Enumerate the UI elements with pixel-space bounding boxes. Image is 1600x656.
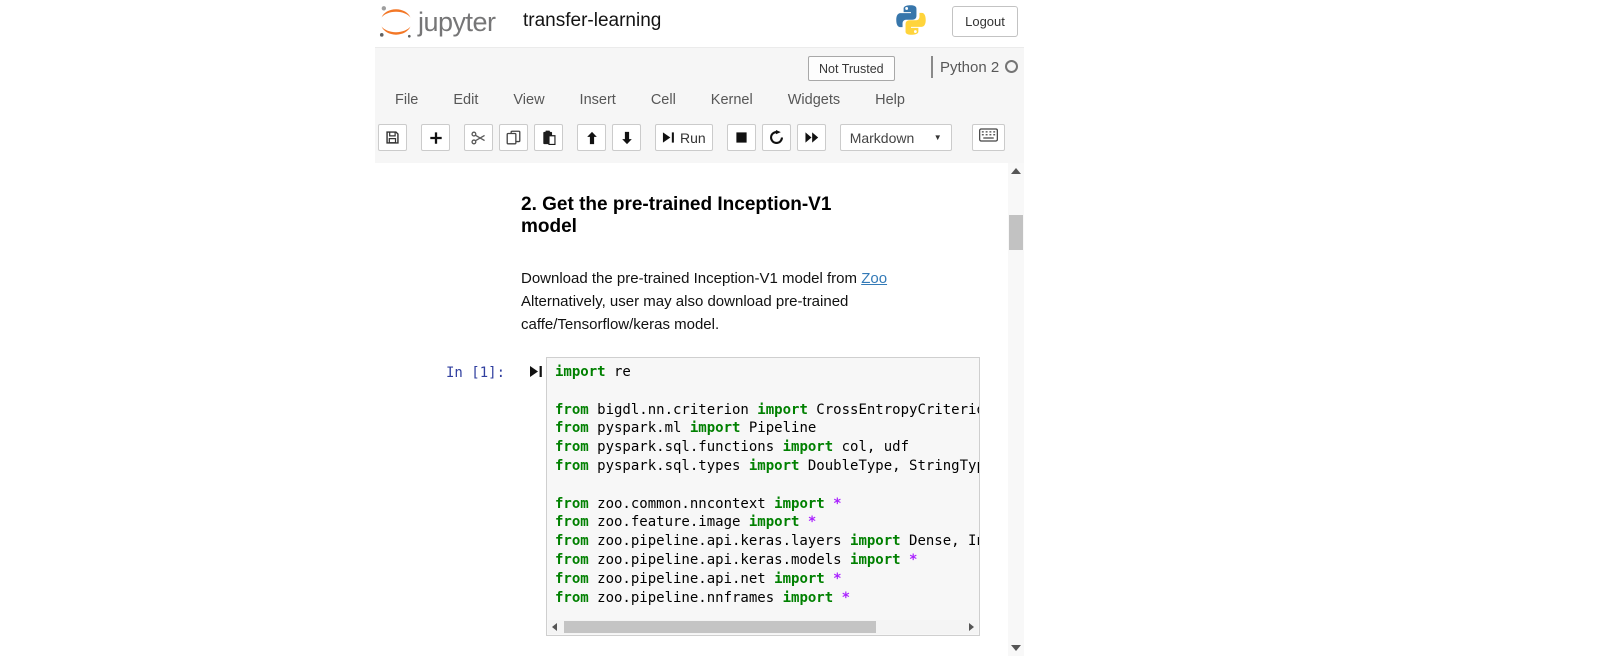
menu-item-edit[interactable]: Edit <box>451 90 480 110</box>
code-line: from zoo.pipeline.api.net import * <box>555 571 979 590</box>
menu-item-cell[interactable]: Cell <box>649 90 678 110</box>
paste-icon <box>542 130 556 145</box>
markdown-paragraph-line: Download the pre-trained Inception-V1 mo… <box>521 267 941 290</box>
paragraph-text: Download the pre-trained Inception-V1 mo… <box>521 270 861 287</box>
kernel-idle-circle-icon <box>1005 60 1018 73</box>
stop-icon <box>735 131 748 144</box>
code-line: from zoo.feature.image import * <box>555 514 979 533</box>
add-cell-icon <box>429 131 443 145</box>
horizontal-scrollbar[interactable] <box>548 620 978 634</box>
code-line: from pyspark.sql.functions import col, u… <box>555 439 979 458</box>
code-line: from pyspark.sql.types import DoubleType… <box>555 458 979 477</box>
run-cell-button[interactable]: Run <box>655 124 713 151</box>
restart-kernel-button[interactable] <box>762 124 791 151</box>
move-cell-down-button[interactable] <box>612 124 641 151</box>
run-icon <box>662 131 675 144</box>
keyboard-icon <box>979 128 998 147</box>
code-line: from zoo.pipeline.api.keras.layers impor… <box>555 533 979 552</box>
save-button[interactable] <box>378 124 407 151</box>
horizontal-scrollbar-thumb[interactable] <box>564 621 876 633</box>
menu-item-widgets[interactable]: Widgets <box>786 90 842 110</box>
menu-item-insert[interactable]: Insert <box>578 90 618 110</box>
jupyter-logo[interactable]: jupyter <box>377 3 496 46</box>
paragraph-text: caffe/Tensorflow/keras model. <box>521 316 719 333</box>
arrow-down-icon <box>620 131 634 145</box>
menu-item-help[interactable]: Help <box>873 90 907 110</box>
copy-cell-button[interactable] <box>499 124 528 151</box>
vertical-scrollbar-thumb[interactable] <box>1009 215 1023 250</box>
markdown-paragraph-line: Alternatively, user may also download pr… <box>521 290 941 313</box>
vertical-scrollbar[interactable] <box>1008 163 1024 656</box>
cut-icon <box>471 131 486 145</box>
move-cell-up-button[interactable] <box>577 124 606 151</box>
code-line: from pyspark.ml import Pipeline <box>555 420 979 439</box>
cell-input-prompt: In [1]: <box>446 365 505 381</box>
logout-button[interactable]: Logout <box>952 6 1018 37</box>
restart-run-all-button[interactable] <box>797 124 826 151</box>
arrow-up-icon <box>585 131 599 145</box>
paragraph-text: Alternatively, user may also download pr… <box>521 293 848 310</box>
kernel-divider <box>931 56 933 78</box>
cut-cell-button[interactable] <box>464 124 493 151</box>
run-cell-button-label: Run <box>680 130 706 146</box>
copy-icon <box>506 130 521 145</box>
toolbar-buttons: Run <box>378 124 832 151</box>
menubar: File Edit View Insert Cell Kernel Widgets Help <box>393 90 907 110</box>
markdown-paragraph-line: caffe/Tensorflow/keras model. <box>521 313 941 336</box>
notebook-title[interactable]: transfer-learning <box>523 10 661 32</box>
zoo-link[interactable]: Zoo <box>861 270 887 287</box>
restart-icon <box>769 130 784 145</box>
code-line <box>555 383 979 402</box>
save-icon <box>385 130 400 145</box>
toolbar: Run Markdown ▼ <box>378 124 1005 151</box>
add-cell-button[interactable] <box>421 124 450 151</box>
markdown-heading[interactable]: 2. Get the pre-trained Inception-V1 mode… <box>521 194 881 238</box>
python-icon <box>896 5 926 35</box>
header: jupyter transfer-learning Logout <box>375 0 1024 47</box>
kernel-name: Python 2 <box>940 59 999 76</box>
paste-cell-button[interactable] <box>534 124 563 151</box>
menu-item-kernel[interactable]: Kernel <box>709 90 755 110</box>
scroll-right-icon[interactable] <box>969 623 974 631</box>
chrome-band: Not Trusted Python 2 File Edit View Insert C… <box>375 47 1024 163</box>
markdown-paragraph[interactable]: Download the pre-trained Inception-V1 mo… <box>521 267 941 336</box>
not-trusted-button[interactable]: Not Trusted <box>808 56 895 81</box>
menu-item-file[interactable]: File <box>393 90 420 110</box>
jupyter-wordmark: jupyter <box>418 7 496 38</box>
code-lines: import re from bigdl.nn.criterion import… <box>555 364 979 608</box>
jupyter-notebook-app: jupyter transfer-learning Logout Not Tru… <box>375 0 1024 656</box>
scroll-up-icon[interactable] <box>1011 168 1021 174</box>
code-line: from zoo.common.nncontext import * <box>555 496 979 515</box>
run-cell-play-icon[interactable] <box>529 364 543 384</box>
code-line: from zoo.pipeline.api.keras.models impor… <box>555 552 979 571</box>
jupyter-logo-icon <box>377 3 415 46</box>
code-line: from zoo.pipeline.nnframes import * <box>555 590 979 609</box>
code-line: import re <box>555 364 979 383</box>
chevron-down-icon: ▼ <box>934 133 942 142</box>
cell-type-select[interactable]: Markdown ▼ <box>840 124 952 151</box>
menu-item-view[interactable]: View <box>511 90 546 110</box>
scroll-down-icon[interactable] <box>1011 645 1021 651</box>
scroll-left-icon[interactable] <box>552 623 557 631</box>
code-cell-editor[interactable]: import re from bigdl.nn.criterion import… <box>546 357 980 636</box>
notebook-area: 2. Get the pre-trained Inception-V1 mode… <box>375 163 1024 656</box>
open-command-palette-button[interactable] <box>972 124 1005 151</box>
code-line: from bigdl.nn.criterion import CrossEntr… <box>555 402 979 421</box>
interrupt-kernel-button[interactable] <box>727 124 756 151</box>
code-line <box>555 477 979 496</box>
fast-forward-icon <box>804 131 819 144</box>
cell-type-value: Markdown <box>850 130 915 146</box>
